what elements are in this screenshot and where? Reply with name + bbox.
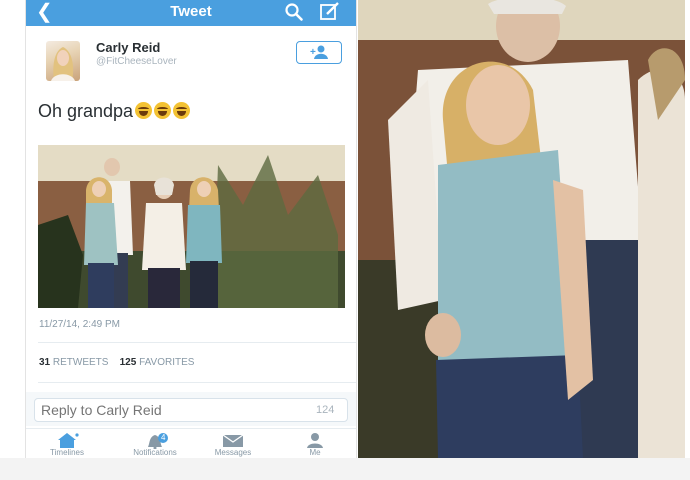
reply-input[interactable] (34, 398, 348, 422)
retweet-count[interactable]: 31 (39, 357, 50, 368)
user-name[interactable]: Carly Reid (96, 40, 160, 55)
follow-button[interactable]: + (296, 41, 342, 64)
reply-bar: 124 (26, 392, 356, 426)
compose-icon[interactable] (319, 2, 341, 22)
user-handle[interactable]: @FitCheeseLover (96, 56, 177, 67)
tab-label: Me (309, 448, 321, 457)
divider (38, 342, 356, 343)
bottom-strip (0, 458, 690, 480)
add-user-icon: + (310, 45, 328, 59)
laughing-emoji-icon (135, 102, 153, 119)
favorite-count[interactable]: 125 (120, 357, 137, 368)
tweet-stats: 31 RETWEETS 125 FAVORITES (39, 357, 194, 368)
avatar[interactable] (46, 41, 80, 81)
person-icon (307, 433, 323, 448)
laughing-emoji-icon (154, 102, 172, 119)
tweet-text-body: Oh grandpa (38, 101, 134, 121)
tab-notifications[interactable]: 4 Notifications (120, 432, 190, 457)
tab-label: Timelines (50, 448, 84, 457)
nav-title: Tweet (170, 3, 212, 20)
tweet-photo[interactable] (38, 145, 345, 308)
search-icon[interactable] (284, 2, 304, 22)
tab-label: Notifications (133, 448, 177, 457)
tweet-text: Oh grandpa (38, 101, 191, 122)
reply-char-count: 124 (316, 404, 335, 416)
tab-label: Messages (214, 448, 252, 457)
divider (38, 382, 356, 383)
tab-me[interactable]: Me (280, 432, 350, 457)
retweets-label[interactable]: RETWEETS (53, 357, 109, 368)
laughing-emoji-icon (173, 102, 191, 119)
tab-timelines[interactable]: Timelines (32, 432, 102, 457)
enlarged-photo (358, 0, 685, 458)
navigation-bar: ❮ Tweet (26, 0, 356, 26)
tweet-timestamp: 11/27/14, 2:49 PM (39, 319, 120, 330)
favorites-label[interactable]: FAVORITES (139, 357, 194, 368)
tab-bar: Timelines 4 Notifications Messages Me (26, 428, 356, 458)
home-icon (58, 433, 79, 448)
tweet-screenshot: ❮ Tweet Carly Reid @FitCheeseLover + Oh … (25, 0, 357, 458)
tab-messages[interactable]: Messages (198, 432, 268, 457)
envelope-icon (222, 434, 244, 447)
